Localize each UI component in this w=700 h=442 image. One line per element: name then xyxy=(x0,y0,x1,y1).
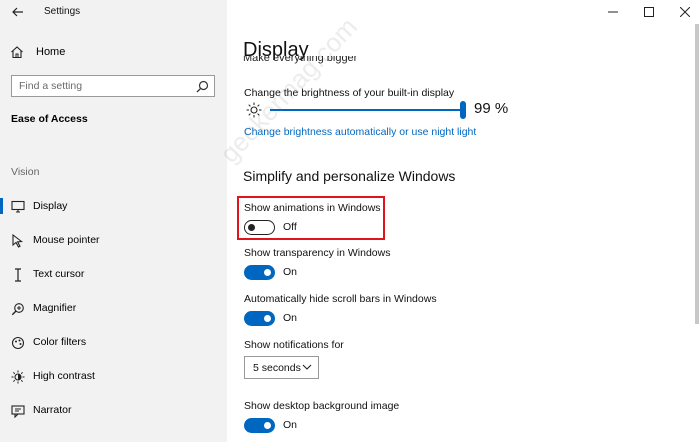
scrollbars-label: Automatically hide scroll bars in Window… xyxy=(244,293,437,305)
section-title: Ease of Access xyxy=(11,113,88,125)
app-title: Settings xyxy=(44,6,81,17)
background-toggle[interactable] xyxy=(244,418,275,433)
main-pane: Display Make everything bigger Change th… xyxy=(227,0,700,442)
scrollbars-toggle[interactable] xyxy=(244,311,275,326)
sidebar-item-magnifier[interactable]: Magnifier xyxy=(0,294,227,322)
sidebar-item-color-filters[interactable]: Color filters xyxy=(0,328,227,356)
animations-label: Show animations in Windows xyxy=(244,202,381,214)
background-label: Show desktop background image xyxy=(244,400,400,412)
text-cursor-icon xyxy=(10,267,25,282)
color-filters-icon xyxy=(10,335,25,350)
close-icon xyxy=(680,7,690,17)
brightness-slider[interactable]: 99 % xyxy=(244,99,524,121)
monitor-icon xyxy=(10,199,25,214)
sidebar-item-label: Text cursor xyxy=(33,268,85,280)
sidebar-item-high-contrast[interactable]: High contrast xyxy=(0,362,227,390)
sidebar-item-display[interactable]: Display xyxy=(0,192,227,220)
toggle-knob xyxy=(264,315,271,322)
transparency-toggle[interactable] xyxy=(244,265,275,280)
brightness-value: 99 % xyxy=(474,100,509,117)
brightness-label: Change the brightness of your built-in d… xyxy=(244,87,455,99)
back-button[interactable] xyxy=(8,2,28,22)
brightness-sun-icon xyxy=(246,102,262,118)
mouse-pointer-icon xyxy=(10,233,25,248)
sidebar-item-text-cursor[interactable]: Text cursor xyxy=(0,260,227,288)
clipped-text: Make everything bigger xyxy=(243,56,358,64)
sidebar-item-narrator[interactable]: Narrator xyxy=(0,396,227,424)
search-icon xyxy=(196,80,209,93)
slider-thumb[interactable] xyxy=(460,101,466,119)
sidebar-item-label: Color filters xyxy=(33,336,87,348)
toggle-knob xyxy=(264,269,271,276)
section-title: Simplify and personalize Windows xyxy=(243,168,456,184)
animations-toggle[interactable] xyxy=(244,220,275,235)
sidebar-item-mouse-pointer[interactable]: Mouse pointer xyxy=(0,226,227,254)
close-button[interactable] xyxy=(667,0,700,24)
transparency-state: On xyxy=(283,266,298,278)
nav-home[interactable]: Home xyxy=(10,42,65,62)
slider-track xyxy=(270,109,464,111)
sidebar-item-label: Narrator xyxy=(33,404,72,416)
magnifier-icon xyxy=(10,301,25,316)
maximize-button[interactable] xyxy=(631,0,667,24)
minimize-button[interactable] xyxy=(595,0,631,24)
sidebar-item-label: Display xyxy=(33,200,68,212)
sidebar: Settings Home Ease of Access Vision Disp… xyxy=(0,0,227,442)
notifications-value: 5 seconds xyxy=(253,362,301,374)
scrollbars-state: On xyxy=(283,312,298,324)
toggle-knob xyxy=(248,224,255,231)
home-icon xyxy=(11,46,23,59)
nav-home-label: Home xyxy=(36,46,66,58)
back-arrow-icon xyxy=(12,7,23,17)
sidebar-item-label: High contrast xyxy=(33,370,95,382)
maximize-icon xyxy=(644,7,654,17)
animations-state: Off xyxy=(283,221,297,233)
minimize-icon xyxy=(608,11,618,13)
brightness-link[interactable]: Change brightness automatically or use n… xyxy=(244,126,476,138)
notifications-dropdown[interactable]: 5 seconds xyxy=(244,356,319,379)
scrollbar[interactable] xyxy=(695,24,699,324)
toggle-knob xyxy=(264,422,271,429)
sidebar-item-label: Magnifier xyxy=(33,302,77,314)
search-input[interactable] xyxy=(19,79,189,93)
chevron-down-icon xyxy=(302,364,312,370)
search-box[interactable] xyxy=(11,75,215,97)
group-label: Vision xyxy=(11,166,40,178)
background-state: On xyxy=(283,419,298,431)
high-contrast-icon xyxy=(10,369,25,384)
notifications-label: Show notifications for xyxy=(244,339,344,351)
sidebar-item-label: Mouse pointer xyxy=(33,234,100,246)
narrator-icon xyxy=(10,403,25,418)
transparency-label: Show transparency in Windows xyxy=(244,247,391,259)
